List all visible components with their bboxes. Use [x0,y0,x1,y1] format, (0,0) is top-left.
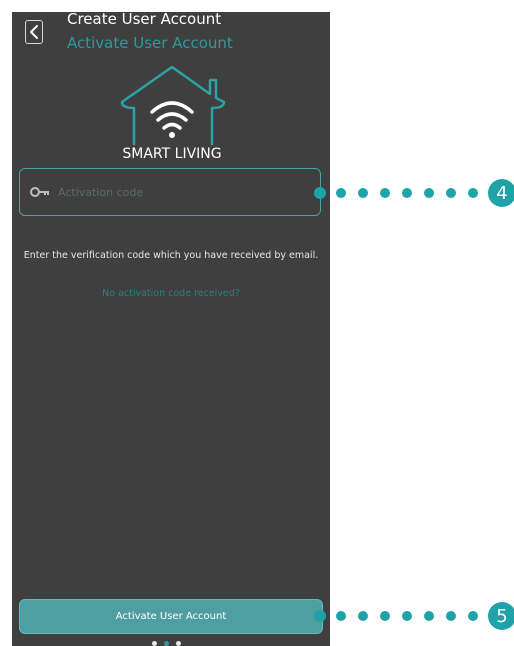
logo-text: SMART LIVING [122,146,222,162]
pagination-dots [152,641,181,646]
smart-living-logo: SMART LIVING [112,64,232,174]
callout-badge: 4 [488,179,514,207]
callout-5: 5 [314,601,514,631]
no-activation-code-link[interactable]: No activation code received? [12,288,330,299]
key-icon [30,187,49,197]
verification-info-text: Enter the verification code which you ha… [23,250,319,261]
callout-4: 4 [314,178,514,208]
page-title: Create User Account [67,12,222,28]
callout-badge: 5 [488,602,514,630]
page-subtitle: Activate User Account [67,34,233,52]
page-dot [152,641,157,646]
chevron-left-icon [30,25,38,39]
activation-code-input[interactable] [56,184,300,200]
app-screen: Create User Account Activate User Accoun… [12,12,330,646]
page-dot-active [164,641,169,646]
page-dot [176,641,181,646]
activation-code-field[interactable] [19,168,321,216]
house-wifi-icon [120,65,226,146]
activate-user-account-button[interactable]: Activate User Account [19,599,323,634]
back-button[interactable] [25,20,43,44]
